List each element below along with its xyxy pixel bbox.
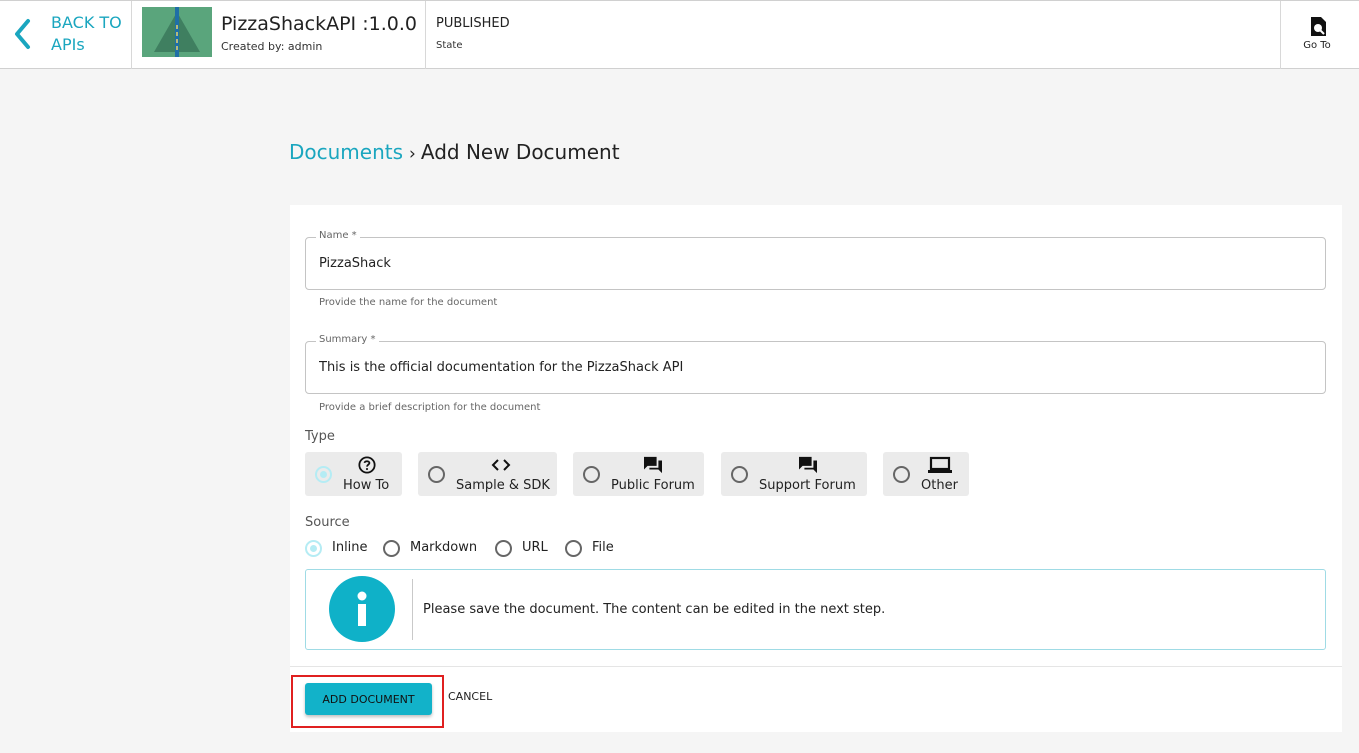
type-label-support-forum: Support Forum: [759, 478, 856, 493]
type-label-other: Other: [921, 478, 958, 493]
type-radio-support-forum[interactable]: [731, 466, 748, 483]
lifecycle-state-value: PUBLISHED: [436, 16, 510, 31]
source-option-inline[interactable]: Inline: [305, 539, 370, 559]
type-option-support-forum[interactable]: Support Forum: [721, 452, 867, 496]
name-input[interactable]: [319, 256, 1309, 271]
type-radio-public-forum[interactable]: [583, 466, 600, 483]
go-to-search-icon: [1311, 17, 1326, 36]
laptop-icon: [928, 456, 952, 473]
source-radio-markdown[interactable]: [383, 540, 400, 557]
source-option-file[interactable]: File: [565, 539, 620, 559]
footer-divider: [290, 666, 1342, 667]
breadcrumb: Documents › Add New Document: [289, 140, 620, 164]
chevron-left-icon: [15, 19, 30, 49]
name-field-label: Name *: [316, 230, 360, 241]
info-icon: [329, 576, 395, 642]
forum-icon: [644, 456, 662, 474]
summary-field-label: Summary *: [316, 334, 379, 345]
summary-field[interactable]: Summary *: [305, 334, 1326, 394]
forum-icon: [799, 456, 817, 474]
breadcrumb-documents-link[interactable]: Documents: [289, 140, 403, 164]
add-document-button[interactable]: ADD DOCUMENT: [305, 683, 432, 715]
info-message-box: Please save the document. The content ca…: [305, 569, 1326, 650]
lifecycle-state-label: State: [436, 40, 463, 51]
source-option-markdown[interactable]: Markdown: [383, 539, 483, 559]
summary-input[interactable]: [319, 360, 1309, 375]
source-label-file: File: [592, 540, 614, 555]
source-label-inline: Inline: [332, 540, 368, 555]
info-glyph: [357, 591, 367, 626]
top-bar: BACK TO APIs PizzaShackAPI :1.0.0 Create…: [0, 0, 1359, 69]
api-title: PizzaShackAPI :1.0.0: [221, 13, 417, 35]
page-title: Add New Document: [420, 140, 620, 164]
type-option-how-to[interactable]: How To: [305, 452, 402, 496]
help-circle-icon: [358, 456, 376, 474]
code-icon: [491, 459, 511, 471]
back-to-apis-label: BACK TO APIs: [51, 13, 122, 54]
api-thumbnail: [142, 7, 212, 57]
source-label-markdown: Markdown: [410, 540, 478, 555]
api-created-by: Created by: admin: [221, 40, 323, 53]
source-radio-inline[interactable]: [305, 540, 322, 557]
source-radio-url[interactable]: [495, 540, 512, 557]
type-label-how-to: How To: [343, 478, 390, 493]
info-message-text: Please save the document. The content ca…: [423, 602, 886, 617]
type-radio-other[interactable]: [893, 466, 910, 483]
header-divider: [425, 1, 426, 69]
breadcrumb-separator-icon: ›: [409, 144, 416, 164]
summary-helper-text: Provide a brief description for the docu…: [319, 402, 541, 413]
source-label: Source: [305, 515, 350, 530]
name-field[interactable]: Name *: [305, 230, 1326, 290]
go-to-button[interactable]: Go To: [1280, 1, 1359, 69]
type-label: Type: [305, 429, 335, 444]
name-helper-text: Provide the name for the document: [319, 297, 498, 308]
api-thumbnail-graphic: [142, 7, 212, 57]
type-label-sample-sdk: Sample & SDK: [456, 478, 550, 493]
source-label-url: URL: [522, 540, 548, 555]
info-divider: [412, 579, 413, 640]
type-radio-sample-sdk[interactable]: [428, 466, 445, 483]
add-document-card: Name * Provide the name for the document…: [290, 205, 1342, 732]
go-to-label: Go To: [1303, 40, 1331, 51]
source-option-url[interactable]: URL: [495, 539, 551, 559]
back-to-apis-button[interactable]: BACK TO APIs: [0, 1, 132, 69]
source-radio-file[interactable]: [565, 540, 582, 557]
type-option-public-forum[interactable]: Public Forum: [573, 452, 704, 496]
cancel-button[interactable]: CANCEL: [448, 690, 492, 703]
type-label-public-forum: Public Forum: [611, 478, 695, 493]
type-option-sample-sdk[interactable]: Sample & SDK: [418, 452, 557, 496]
type-option-other[interactable]: Other: [883, 452, 969, 496]
type-radio-how-to[interactable]: [315, 466, 332, 483]
